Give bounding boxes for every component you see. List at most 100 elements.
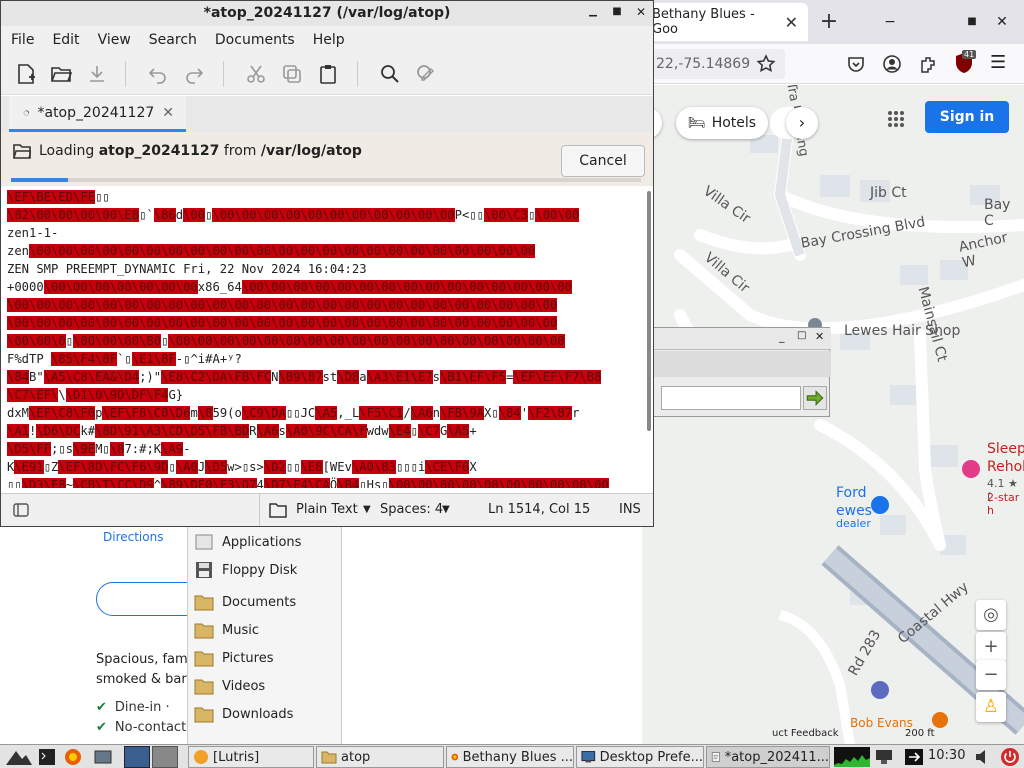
minimize-icon[interactable]: ▁ bbox=[585, 4, 601, 20]
menu-help[interactable]: Help bbox=[313, 32, 345, 48]
escaped-bytes: \D5\FF bbox=[7, 442, 52, 456]
text-run: ;▯s bbox=[51, 442, 74, 456]
menu-search[interactable]: Search bbox=[149, 32, 197, 48]
poi-label[interactable]: Lewes Hair Shop bbox=[844, 323, 960, 339]
poi-label[interactable]: Bob Evans bbox=[850, 716, 913, 730]
taskbar-item-editor[interactable]: *atop_202411... bbox=[706, 746, 830, 768]
pocket-icon[interactable] bbox=[846, 54, 866, 74]
workspace-1[interactable] bbox=[124, 746, 150, 768]
chevron-down-icon[interactable]: ▼ bbox=[363, 504, 371, 515]
document-tab[interactable]: *atop_20241127 ✕ bbox=[9, 96, 186, 132]
taskbar-item-atop-folder[interactable]: atop bbox=[316, 746, 444, 768]
extension-badge: 41 bbox=[962, 50, 977, 59]
poi-label[interactable]: Rehob bbox=[987, 459, 1024, 475]
my-location-icon[interactable]: ◎ bbox=[976, 600, 1006, 630]
menu-file[interactable]: File bbox=[11, 32, 34, 48]
insert-mode[interactable]: INS bbox=[619, 502, 641, 517]
new-document-icon[interactable] bbox=[15, 63, 37, 85]
taskbar-item-desktop-prefs[interactable]: Desktop Prefe... bbox=[576, 746, 704, 768]
taskbar-item-lutris[interactable]: [Lutris] bbox=[188, 746, 314, 768]
find-replace-icon[interactable] bbox=[415, 63, 437, 85]
place-music[interactable]: Music bbox=[188, 616, 342, 644]
place-pictures[interactable]: Pictures bbox=[188, 644, 342, 672]
account-icon[interactable] bbox=[882, 54, 902, 74]
firefox-icon[interactable] bbox=[64, 748, 82, 766]
place-floppy-disk[interactable]: Floppy Disk bbox=[188, 556, 342, 584]
menu-edit[interactable]: Edit bbox=[52, 32, 79, 48]
undo-icon[interactable] bbox=[147, 63, 169, 85]
minimize-icon[interactable]: _ bbox=[779, 330, 785, 343]
logout-arrow-icon[interactable] bbox=[904, 748, 924, 766]
chevron-down-icon[interactable]: ▼ bbox=[442, 504, 450, 515]
redo-icon[interactable] bbox=[183, 63, 205, 85]
escaped-bytes: \89\DF0\F3\D7 bbox=[161, 478, 257, 488]
side-panel-toggle-icon[interactable] bbox=[13, 502, 29, 518]
close-tab-icon[interactable]: ✕ bbox=[785, 13, 798, 32]
directions-link[interactable]: Directions bbox=[103, 530, 163, 544]
editor-titlebar[interactable]: *atop_20241127 (/var/log/atop) bbox=[1, 1, 653, 26]
poi-label[interactable]: Sleep bbox=[987, 441, 1024, 457]
product-feedback-link[interactable]: uct Feedback bbox=[772, 728, 839, 739]
maximize-icon[interactable]: ■ bbox=[609, 4, 625, 20]
place-downloads[interactable]: Downloads bbox=[188, 700, 342, 728]
dialog-titlebar: _ □ ✕ bbox=[651, 328, 831, 350]
hamburger-menu-icon[interactable]: ☰ bbox=[990, 54, 1010, 74]
maximize-icon[interactable]: □ bbox=[797, 330, 806, 341]
search-icon[interactable] bbox=[379, 63, 401, 85]
place-applications[interactable]: Applications bbox=[188, 528, 342, 556]
text-run: 4 bbox=[256, 478, 264, 488]
power-icon[interactable] bbox=[1000, 747, 1020, 767]
close-window-icon[interactable]: ✕ bbox=[633, 4, 649, 20]
terminal-icon[interactable] bbox=[38, 748, 56, 766]
vertical-scrollbar[interactable] bbox=[647, 191, 651, 431]
browser-tab[interactable]: Bethany Blues - Goo ✕ bbox=[640, 3, 808, 41]
start-menu-icon[interactable] bbox=[4, 747, 34, 767]
sign-in-button[interactable]: Sign in bbox=[925, 101, 1009, 133]
language-selector[interactable]: Plain Text bbox=[296, 502, 358, 517]
close-window-icon[interactable]: ✕ bbox=[992, 12, 1012, 32]
path-field[interactable] bbox=[661, 386, 801, 410]
tab-width-selector[interactable]: Spaces: 4 bbox=[380, 502, 443, 517]
show-desktop-icon[interactable] bbox=[94, 748, 112, 766]
minimize-icon[interactable]: − bbox=[880, 12, 900, 32]
volume-icon[interactable] bbox=[974, 748, 992, 766]
extensions-icon[interactable] bbox=[918, 54, 938, 74]
clock[interactable]: 10:30 bbox=[928, 748, 965, 763]
pegman-icon[interactable]: ♙ bbox=[976, 692, 1006, 722]
loading-prefix: Loading bbox=[39, 143, 99, 159]
menu-view[interactable]: View bbox=[98, 32, 131, 48]
place-label: Floppy Disk bbox=[222, 562, 298, 578]
close-icon[interactable]: ✕ bbox=[815, 330, 824, 343]
feature-label: Dine-in · bbox=[114, 700, 170, 715]
folder-icon[interactable] bbox=[269, 502, 287, 518]
cancel-button[interactable]: Cancel bbox=[561, 145, 645, 177]
zoom-in-button[interactable]: + bbox=[976, 632, 1006, 662]
workspace-2[interactable] bbox=[152, 746, 178, 768]
place-documents[interactable]: Documents bbox=[188, 588, 342, 616]
text-line: \00\00\00\00\00\00\00\00\00\00\00\00\00\… bbox=[1, 314, 653, 332]
taskbar-item-browser[interactable]: Bethany Blues ... bbox=[446, 746, 574, 768]
ublock-icon[interactable]: 41 bbox=[954, 50, 977, 76]
zoom-out-button[interactable]: − bbox=[976, 660, 1006, 690]
go-arrow-icon[interactable] bbox=[803, 386, 827, 410]
open-folder-icon[interactable] bbox=[50, 63, 72, 85]
place-videos[interactable]: Videos bbox=[188, 672, 342, 700]
text-run: st bbox=[322, 370, 338, 384]
new-tab-icon[interactable]: + bbox=[816, 10, 842, 36]
apps-grid-icon[interactable] bbox=[886, 109, 906, 129]
poi-label[interactable]: Ford bbox=[836, 485, 867, 501]
menu-documents[interactable]: Documents bbox=[215, 32, 295, 48]
text-view[interactable]: \EF\BE\ED\FE▯▯ \82\00\00\00\00\E8▯`\86d\0… bbox=[1, 188, 653, 488]
hotels-chip[interactable]: 🛏 Hotels bbox=[676, 107, 768, 139]
copy-icon[interactable] bbox=[281, 63, 303, 85]
file-manager-content[interactable] bbox=[342, 525, 642, 745]
cut-scissors-icon[interactable] bbox=[245, 63, 267, 85]
text-line: ZEN SMP PREEMPT_DYNAMIC Fri, 22 Nov 2024… bbox=[1, 260, 653, 278]
maximize-icon[interactable]: ■ bbox=[962, 12, 982, 32]
bookmark-star-icon[interactable] bbox=[756, 54, 776, 74]
close-tab-icon[interactable]: ✕ bbox=[162, 105, 174, 121]
chevron-right-icon[interactable]: › bbox=[786, 107, 818, 139]
paste-clipboard-icon[interactable] bbox=[317, 63, 339, 85]
save-download-icon[interactable] bbox=[86, 63, 108, 85]
network-icon[interactable] bbox=[874, 748, 894, 766]
